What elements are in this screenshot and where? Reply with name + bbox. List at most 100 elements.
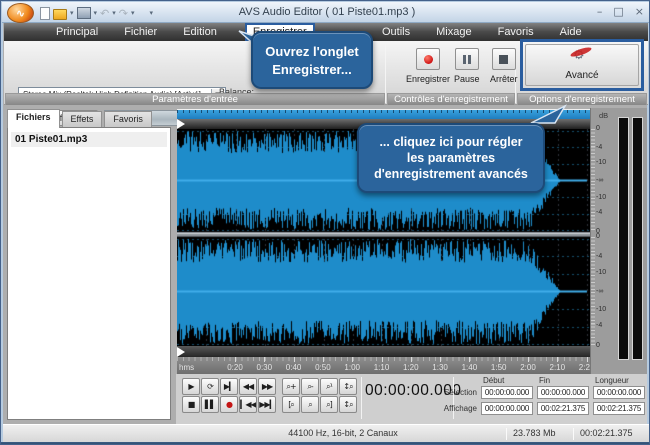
zoom-full-button[interactable]: ⌕¹ — [320, 378, 338, 395]
ruler-label: 1:40 — [457, 363, 481, 372]
selection-header: Longueur — [595, 376, 629, 385]
pause-group: Pause — [454, 48, 480, 84]
record-button[interactable] — [416, 48, 440, 70]
ruler-tick — [557, 357, 558, 362]
ruler-label: 2:10 — [545, 363, 569, 372]
menu-item-aide[interactable]: Aide — [550, 24, 592, 40]
ribbon-separator — [385, 43, 386, 103]
zoom-in-button[interactable]: ⌕+ — [282, 378, 300, 395]
divider — [361, 377, 362, 419]
db-label: 0 — [596, 125, 613, 132]
db-label: -10 — [596, 194, 613, 201]
db-label: -∞ — [596, 177, 613, 184]
zoom-vertical-out-button[interactable]: ↕⌕ — [339, 396, 357, 413]
time-field[interactable]: 00:00:00.000 — [481, 402, 533, 415]
ruler-label: 1:30 — [428, 363, 452, 372]
time-field[interactable]: 00:00:00.000 — [537, 386, 589, 399]
selection-header: Début — [483, 376, 504, 385]
sélection-row-label: Sélection — [421, 388, 477, 397]
db-ticks — [591, 129, 595, 232]
ruler-tick — [352, 357, 353, 362]
fast-forward-button[interactable]: ▶▶ — [258, 378, 276, 395]
loop-button[interactable]: ⟳ — [201, 378, 219, 395]
status-duration: 00:02:21.375 — [580, 428, 633, 438]
ruler-tick — [382, 357, 383, 362]
play-button[interactable]: ▶ — [182, 378, 200, 395]
db-label: -10 — [596, 269, 613, 276]
ruler-label: 1:10 — [370, 363, 394, 372]
left-panel-tabs: FichiersEffetsFavoris — [7, 109, 154, 128]
callout-open-record-tab: Ouvrez l'onglet Enregistrer... — [251, 31, 373, 89]
pause-button[interactable]: ▌▌ — [201, 396, 219, 413]
tab-favoris[interactable]: Favoris — [104, 111, 152, 128]
divider — [506, 428, 507, 440]
zoom-selection-start-button[interactable]: [⌕ — [282, 396, 300, 413]
horizontal-scrollbar[interactable] — [177, 346, 590, 357]
db-label: -∞ — [596, 288, 613, 295]
ruler-tick — [411, 357, 412, 362]
file-item[interactable]: 01 Piste01.mp3 — [11, 132, 167, 147]
db-unit-label: dB — [599, 111, 608, 120]
menu-item-fichier[interactable]: Fichier — [114, 24, 167, 40]
bottom-control-bar: ▶⟳▶▎◀◀▶▶ ■▌▌●▎◀◀▶▶▎ ⌕+⌕-⌕¹↕⌕ [⌕⌕⌕]↕⌕ 00:00… — [176, 374, 647, 424]
pause-button[interactable] — [455, 48, 479, 70]
ruler-tick — [235, 357, 236, 362]
selection-header: Fin — [539, 376, 550, 385]
window-controls: – □ × — [597, 5, 644, 18]
maximize-button[interactable]: □ — [613, 5, 623, 18]
advanced-button[interactable]: ⚙ Avancé — [525, 44, 639, 86]
time-ruler[interactable]: hms 0:200:300:400:501:001:101:201:301:40… — [177, 357, 590, 374]
window-title: AVS Audio Editor ( 01 Piste01.mp3 ) — [2, 6, 650, 18]
minimize-button[interactable]: – — [597, 5, 603, 18]
playhead-marker-bottom[interactable] — [177, 347, 185, 357]
time-field[interactable]: 00:02:21.375 — [537, 402, 589, 415]
rewind-button[interactable]: ◀◀ — [239, 378, 257, 395]
close-button[interactable]: × — [635, 5, 644, 18]
ruler-label: 1:00 — [340, 363, 364, 372]
menu-item-edition[interactable]: Edition — [173, 24, 227, 40]
status-bar: 44100 Hz, 16-bit, 2 Canaux 23.783 Mb 00:… — [3, 424, 649, 442]
zoom-selection-button[interactable]: ⌕ — [301, 396, 319, 413]
play-to-end-button[interactable]: ▶▎ — [220, 378, 238, 395]
time-field[interactable]: 00:02:21.375 — [593, 402, 645, 415]
tab-effets[interactable]: Effets — [62, 111, 103, 128]
callout-line: ... cliquez ici pour régler — [359, 135, 543, 149]
zoom-vertical-in-button[interactable]: ↕⌕ — [339, 378, 357, 395]
ruler-label: 0:30 — [252, 363, 276, 372]
stop-group: Arrêter — [490, 48, 518, 84]
tab-fichiers[interactable]: Fichiers — [7, 109, 60, 128]
record-button[interactable]: ● — [220, 396, 238, 413]
db-label: -10 — [596, 159, 613, 166]
time-field[interactable]: 00:00:00.000 — [593, 386, 645, 399]
zoom-out-button[interactable]: ⌕- — [301, 378, 319, 395]
db-label: -4 — [596, 253, 613, 260]
go-to-start-button[interactable]: ▎◀◀ — [239, 396, 257, 413]
callout-line: d'enregistrement avancés — [359, 167, 543, 181]
title-bar: ∿ ▾ ▾ ↶ ▾ ↷ ▾ ▾ AVS Audio Editor ( 01 Pi… — [2, 2, 650, 23]
menu-item-favoris[interactable]: Favoris — [488, 24, 544, 40]
db-label: -4 — [596, 322, 613, 329]
ruler-label: 1:20 — [399, 363, 423, 372]
playhead-marker-top[interactable] — [177, 119, 185, 129]
menu-item-outils[interactable]: Outils — [372, 24, 420, 40]
ruler-tick — [294, 357, 295, 362]
transport-controls: ▶⟳▶▎◀◀▶▶ ■▌▌●▎◀◀▶▶▎ — [182, 378, 276, 413]
file-list: 01 Piste01.mp3 — [7, 127, 171, 420]
level-meter-left — [618, 117, 629, 360]
ruler-unit-label: hms — [179, 363, 194, 372]
menu-item-principal[interactable]: Principal — [46, 24, 108, 40]
stop-icon — [499, 55, 508, 64]
zoom-selection-end-button[interactable]: ⌕] — [320, 396, 338, 413]
ruler-tick — [469, 357, 470, 362]
pause-label: Pause — [454, 74, 480, 84]
time-field[interactable]: 00:00:00.000 — [481, 386, 533, 399]
stop-button[interactable] — [492, 48, 516, 70]
go-to-end-button[interactable]: ▶▶▎ — [258, 396, 276, 413]
record-controls-caption: Contrôles d'enregistrement — [387, 93, 515, 105]
callout-line: Enregistrer... — [253, 62, 371, 77]
app-window: ∿ ▾ ▾ ↶ ▾ ↷ ▾ ▾ AVS Audio Editor ( 01 Pi… — [0, 0, 650, 445]
ruler-tick — [528, 357, 529, 362]
stop-button[interactable]: ■ — [182, 396, 200, 413]
db-scale: dB 0-4-10-∞-10-400-4-10-∞-10-40 — [590, 108, 614, 374]
menu-item-mixage[interactable]: Mixage — [426, 24, 481, 40]
